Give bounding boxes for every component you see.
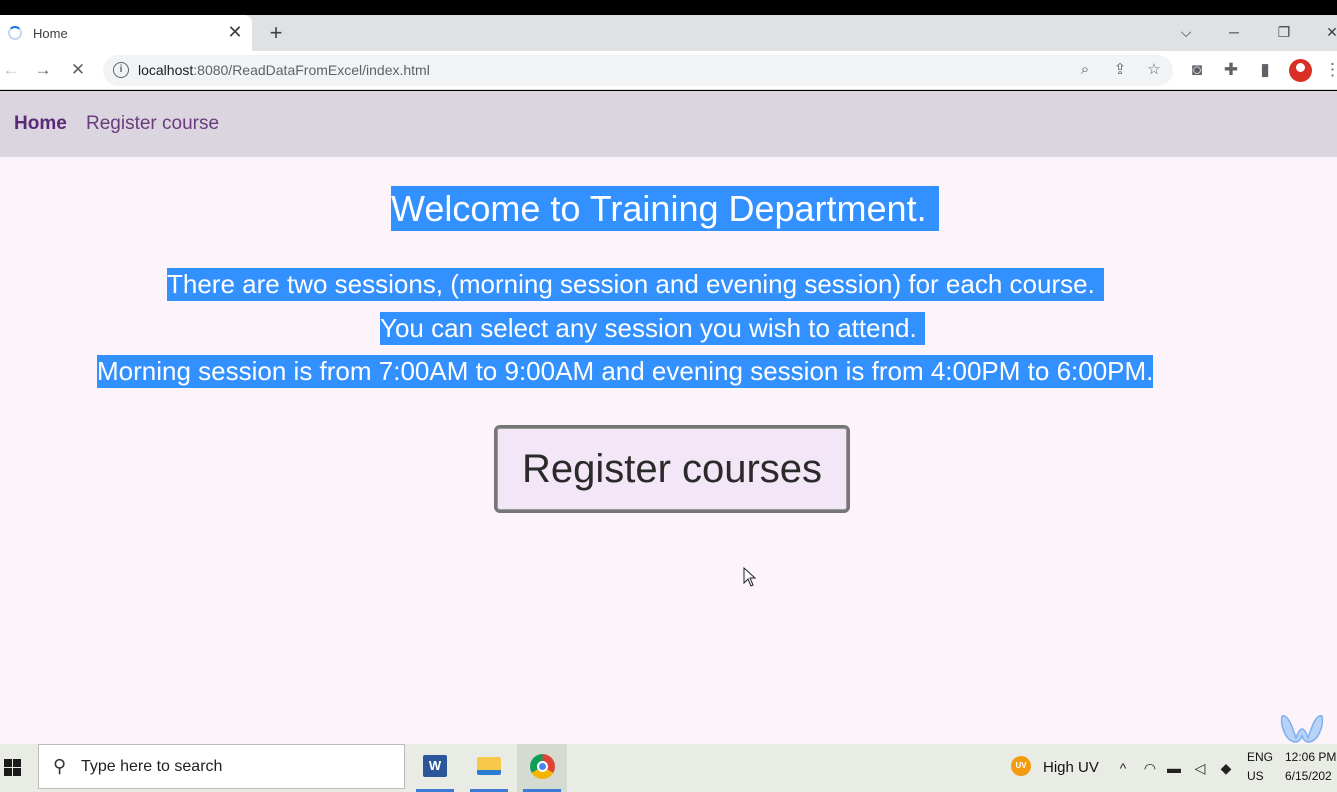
forward-arrow-icon[interactable]: → (32, 59, 54, 81)
battery-icon[interactable]: ▬ (1165, 758, 1183, 778)
url-text[interactable]: localhost:8080/ReadDataFromExcel/index.h… (138, 62, 430, 78)
browser-tab-home[interactable]: Home ✕ (0, 15, 252, 51)
minimize-button[interactable]: ─ (1224, 21, 1244, 43)
weather-uv-icon[interactable]: UV (1011, 756, 1031, 776)
search-icon: ⚲ (53, 756, 67, 776)
top-black-strip (0, 0, 1337, 15)
restore-button[interactable]: ❐ (1274, 21, 1294, 43)
nav-link-register-course[interactable]: Register course (86, 113, 219, 135)
info-line-1: There are two sessions, (morning session… (167, 268, 1104, 301)
dropbox-icon[interactable]: ◆ (1217, 758, 1235, 778)
site-info-icon[interactable]: i (113, 62, 129, 78)
nav-link-home[interactable]: Home (14, 113, 67, 135)
show-hidden-icons-chevron-icon[interactable]: ^ (1114, 758, 1132, 778)
new-tab-button[interactable]: + (264, 21, 288, 45)
profile-avatar[interactable] (1289, 59, 1312, 82)
chrome-icon (530, 754, 555, 779)
address-bar[interactable]: i localhost:8080/ReadDataFromExcel/index… (103, 55, 1173, 86)
taskbar-word-app[interactable]: W (410, 744, 460, 792)
tab-title: Home (33, 26, 68, 41)
search-placeholder: Type here to search (81, 758, 223, 775)
info-line-3: Morning session is from 7:00AM to 9:00AM… (97, 355, 1154, 388)
camera-icon[interactable]: ◙ (1186, 59, 1208, 81)
info-line-2: You can select any session you wish to a… (380, 312, 925, 345)
page-heading: Welcome to Training Department. (391, 186, 939, 231)
mouse-pointer-icon (743, 567, 757, 587)
tab-bar: Home ✕ + ⌵ ─ ❐ ✕ (0, 15, 1337, 51)
taskbar-search-box[interactable]: ⚲ Type here to search (38, 744, 405, 789)
loading-spinner-icon (8, 26, 22, 40)
taskbar-file-explorer[interactable] (464, 744, 514, 792)
zoom-icon[interactable]: ⌕ (1074, 59, 1096, 81)
share-icon[interactable]: ⇪ (1109, 59, 1131, 81)
web-page: Home Register course Welcome to Training… (0, 91, 1337, 744)
volume-icon[interactable]: ◁ (1191, 758, 1209, 778)
register-courses-button[interactable]: Register courses (494, 425, 850, 513)
browser-toolbar: ← → ✕ i localhost:8080/ReadDataFromExcel… (0, 51, 1337, 90)
back-arrow-icon[interactable]: ← (0, 59, 22, 81)
weather-text[interactable]: High UV (1043, 744, 1099, 792)
app-logo-icon (1280, 715, 1324, 743)
tab-search-chevron-icon[interactable]: ⌵ (1176, 21, 1196, 43)
bookmark-star-icon[interactable]: ☆ (1143, 59, 1165, 81)
extensions-icon[interactable]: ✚ (1220, 59, 1242, 81)
word-icon: W (423, 755, 447, 777)
side-panel-icon[interactable]: ▮ (1254, 59, 1276, 81)
site-navbar: Home Register course (0, 91, 1337, 157)
windows-start-icon[interactable] (0, 744, 38, 792)
network-icon[interactable]: ◠ (1141, 758, 1159, 778)
menu-kebab-icon[interactable]: ⋮ (1324, 59, 1337, 81)
close-window-button[interactable]: ✕ (1322, 21, 1337, 43)
tab-close-icon[interactable]: ✕ (226, 22, 244, 42)
windows-taskbar: ⚲ Type here to search W UV High UV ^ ◠ ▬… (0, 744, 1337, 792)
taskbar-clock[interactable]: 12:06 PM 6/15/202 (1285, 748, 1336, 786)
folder-icon (477, 757, 501, 775)
taskbar-chrome-app[interactable] (517, 744, 567, 792)
input-language[interactable]: ENG US (1247, 748, 1273, 786)
stop-loading-icon[interactable]: ✕ (67, 59, 89, 81)
